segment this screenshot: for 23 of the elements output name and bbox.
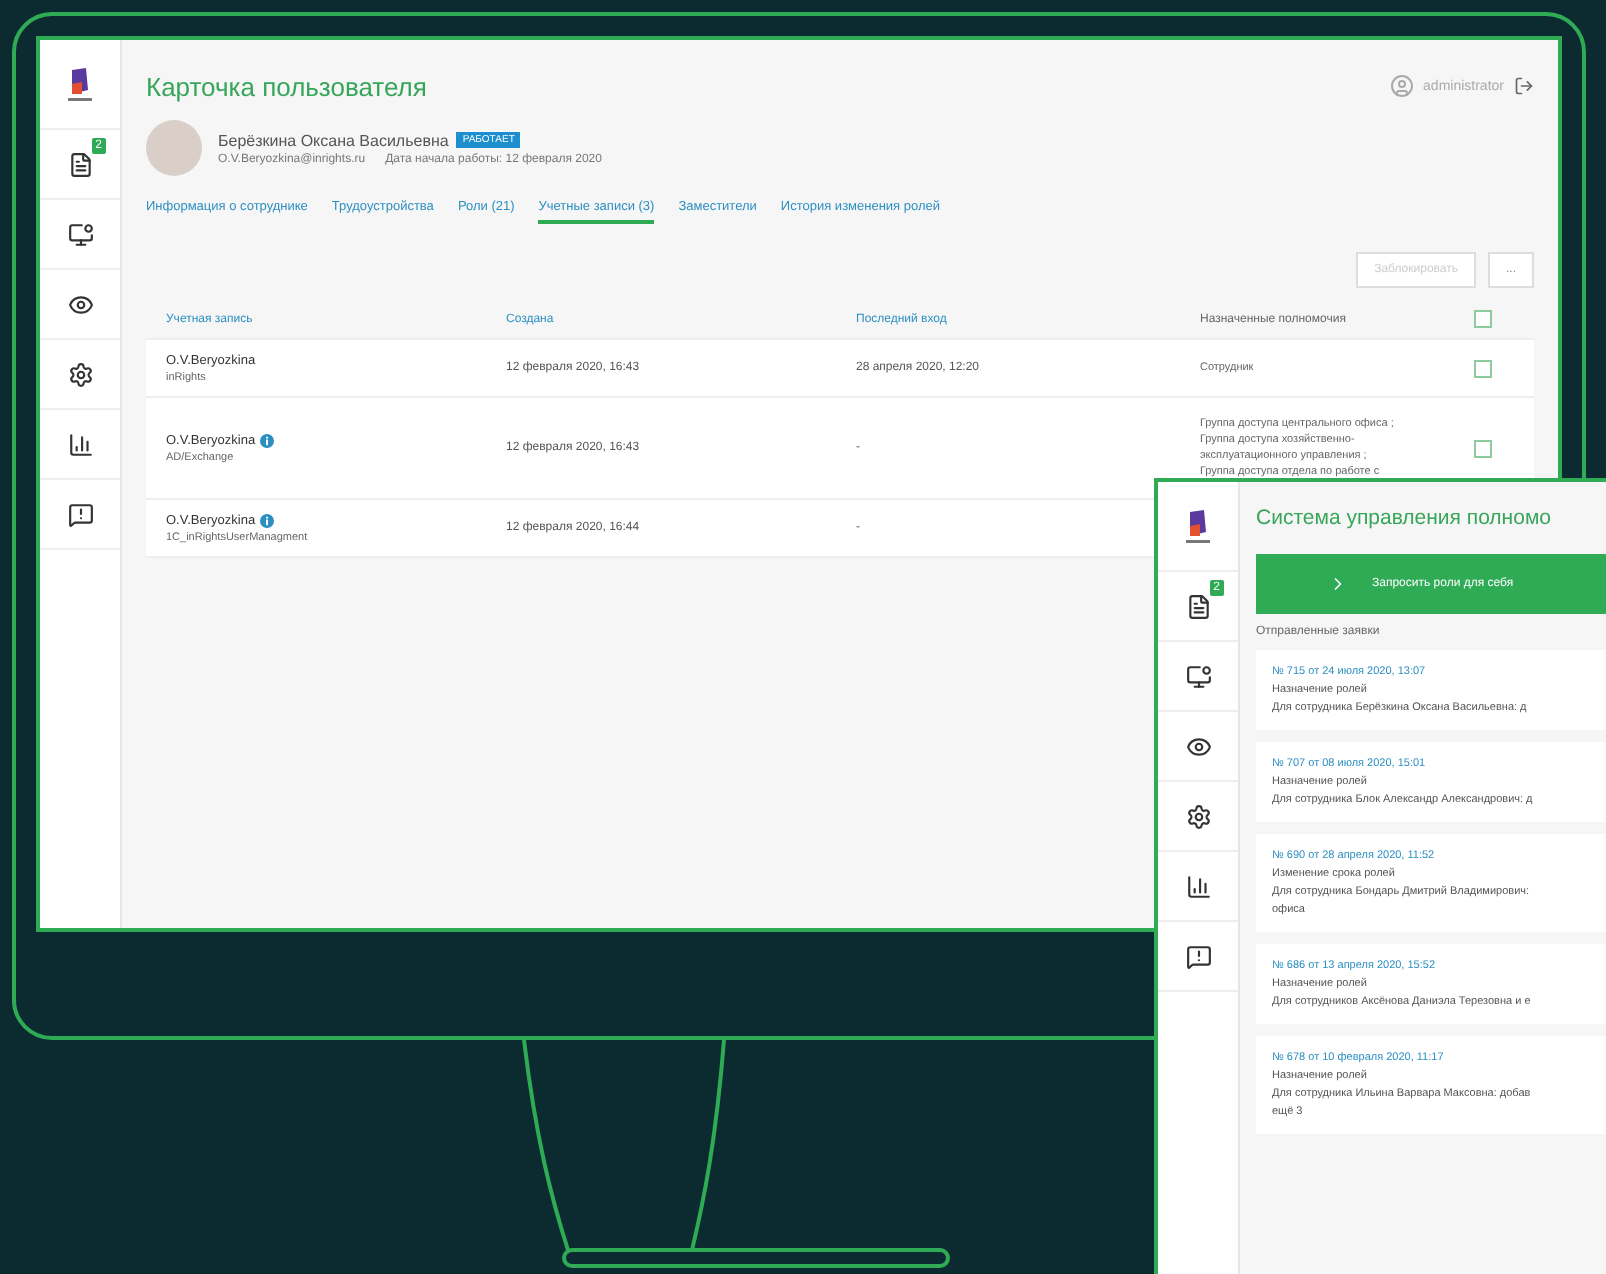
- settings-icon[interactable]: [1185, 803, 1211, 829]
- user-icon: [1389, 74, 1414, 98]
- document-icon[interactable]: [1185, 593, 1211, 619]
- bar-chart-icon[interactable]: [67, 431, 93, 457]
- avatar: [146, 120, 202, 176]
- logo-icon: [66, 66, 94, 102]
- bar-chart-icon[interactable]: [1185, 873, 1211, 899]
- panel-title: Система управления полномо: [1256, 504, 1554, 534]
- eye-icon[interactable]: [1185, 733, 1211, 759]
- monitor-icon[interactable]: [1185, 663, 1211, 689]
- message-icon[interactable]: [67, 501, 93, 527]
- logout-icon[interactable]: [1514, 76, 1534, 96]
- row-checkbox[interactable]: [1474, 439, 1492, 457]
- document-icon[interactable]: [67, 151, 93, 177]
- employee-name: Берёзкина Оксана Васильевна: [218, 131, 449, 149]
- monitor-icon[interactable]: [67, 221, 93, 247]
- row-checkbox[interactable]: [1474, 359, 1492, 377]
- logo-icon: [1184, 508, 1212, 544]
- settings-icon[interactable]: [67, 361, 93, 387]
- message-icon[interactable]: [1185, 943, 1211, 969]
- eye-icon[interactable]: [67, 291, 93, 317]
- page-title: Карточка пользователя: [146, 71, 427, 101]
- select-all-checkbox[interactable]: [1474, 310, 1492, 328]
